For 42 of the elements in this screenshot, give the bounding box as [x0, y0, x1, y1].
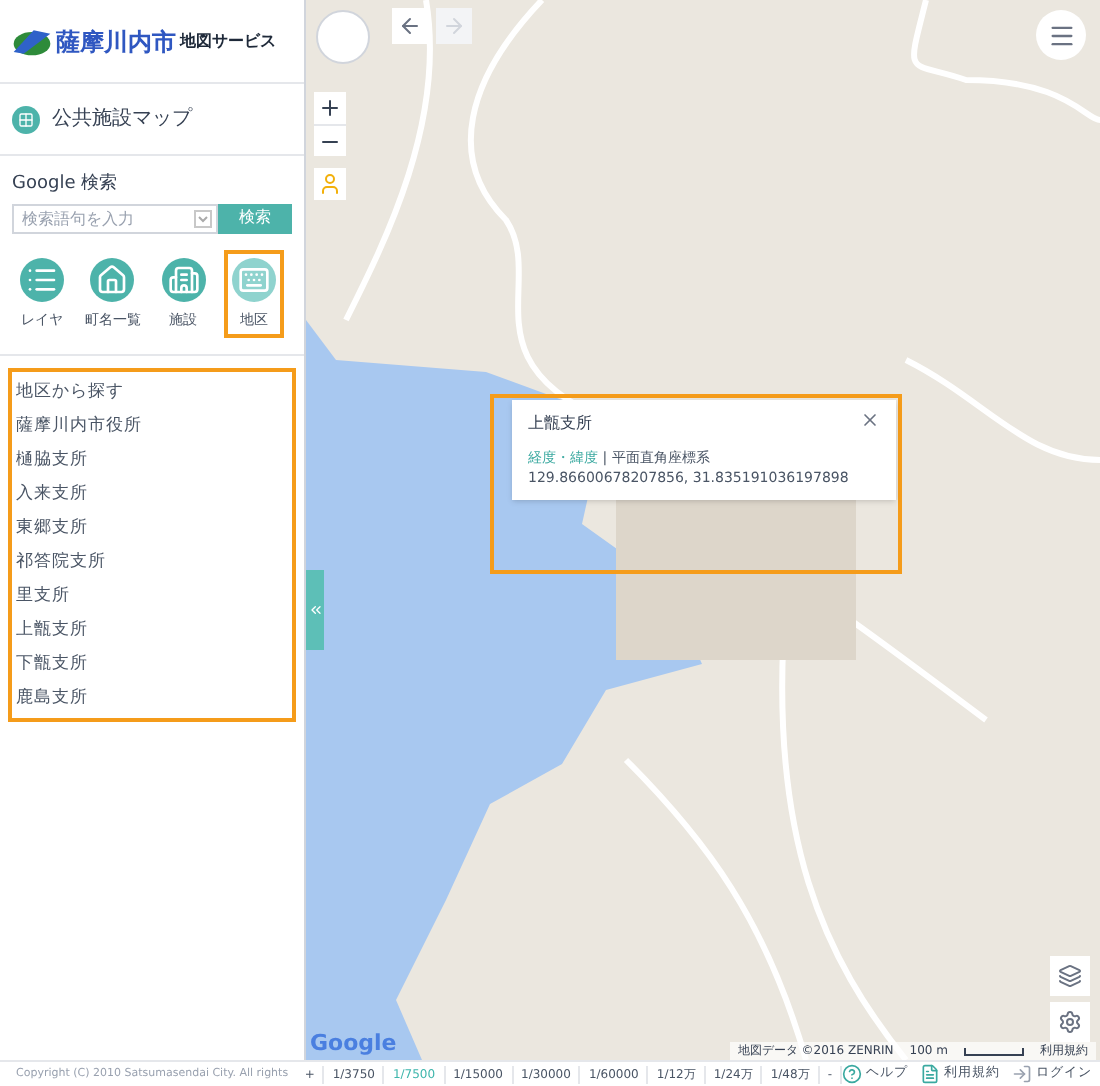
- close-button[interactable]: [860, 410, 880, 430]
- layers-icon: [1058, 964, 1082, 988]
- double-chevron-icon: [307, 602, 323, 618]
- district-item[interactable]: 東郷支所: [16, 516, 288, 540]
- back-button[interactable]: [392, 8, 428, 44]
- logo-service-name: 地図サービス: [180, 29, 276, 53]
- keyboard-icon: [237, 263, 270, 295]
- district-item[interactable]: 下甑支所: [16, 652, 288, 676]
- logo-icon: [12, 27, 52, 55]
- district-item[interactable]: 入来支所: [16, 482, 288, 506]
- district-item[interactable]: 薩摩川内市役所: [16, 414, 288, 438]
- document-icon: [920, 1064, 940, 1084]
- person-icon: [318, 172, 342, 196]
- layers-button[interactable]: [1050, 956, 1090, 996]
- google-logo: Google: [310, 1028, 397, 1060]
- settings-button[interactable]: [1050, 1002, 1090, 1042]
- menu-icon: [1047, 21, 1075, 49]
- plus-icon: [318, 96, 342, 120]
- dropdown-icon: [194, 209, 212, 227]
- logo-city-name: 薩摩川内市: [56, 25, 176, 59]
- house-icon: [96, 263, 129, 295]
- building-icon: [167, 263, 200, 295]
- search-label: Google 検索: [12, 172, 120, 198]
- grid-icon: [12, 105, 40, 133]
- district-list-title: 地区から探す: [16, 380, 126, 404]
- list-icon: [26, 263, 58, 295]
- login-icon: [1012, 1064, 1032, 1084]
- district-item[interactable]: 里支所: [16, 584, 288, 608]
- district-item[interactable]: 鹿島支所: [16, 686, 288, 710]
- arrow-right-icon: [442, 14, 466, 38]
- settings-icon: [1058, 1010, 1082, 1034]
- menu-title: 公共施設マップ: [52, 105, 192, 134]
- district-item[interactable]: 祁答院支所: [16, 550, 288, 574]
- scale-bar-icon: [964, 1047, 1024, 1055]
- district-item[interactable]: 樋脇支所: [16, 448, 288, 472]
- district-item[interactable]: 上甑支所: [16, 618, 288, 642]
- menu-button[interactable]: [1036, 10, 1086, 60]
- help-icon: [842, 1064, 862, 1084]
- close-icon: [860, 410, 880, 430]
- arrow-left-icon: [398, 14, 422, 38]
- search-field[interactable]: 検索語句を入力: [12, 203, 218, 233]
- popup-title: 上甑支所: [528, 412, 592, 436]
